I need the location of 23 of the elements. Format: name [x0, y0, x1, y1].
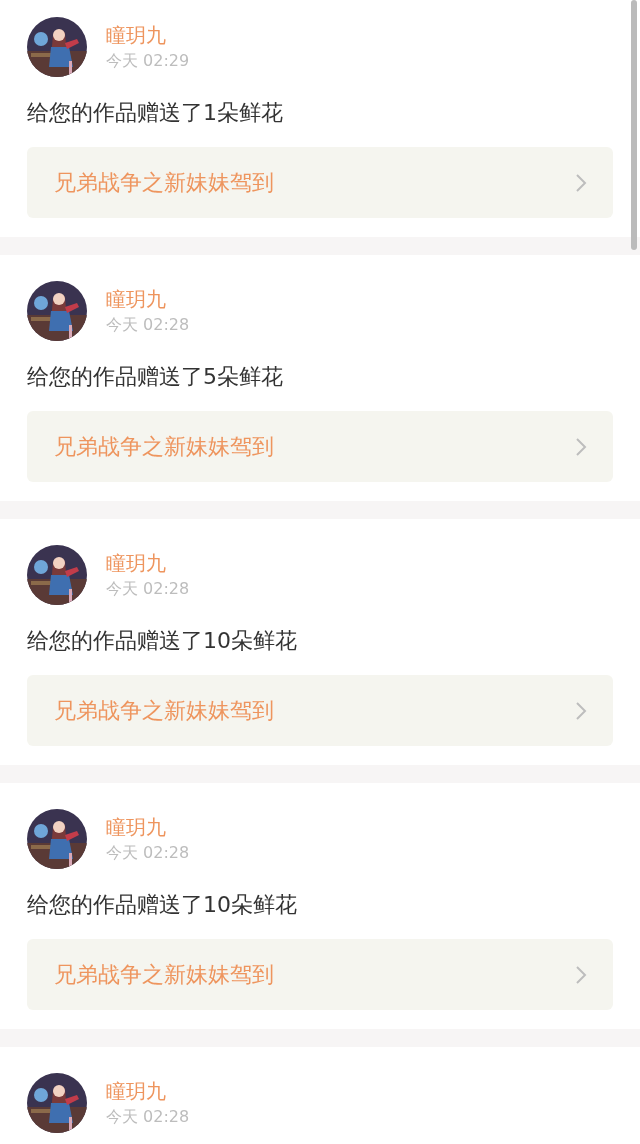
chevron-right-icon: [575, 436, 587, 457]
message-text: 给您的作品赠送了10朵鲜花: [27, 891, 298, 919]
timestamp: 今天 02:28: [106, 1106, 190, 1128]
work-link[interactable]: 兄弟战争之新妹妹驾到: [27, 411, 613, 482]
chevron-right-icon: [575, 700, 587, 721]
work-link[interactable]: 兄弟战争之新妹妹驾到: [27, 147, 613, 218]
user-name[interactable]: 瞳玥九: [106, 1078, 190, 1104]
user-name[interactable]: 瞳玥九: [106, 286, 190, 312]
scrollbar[interactable]: [631, 0, 637, 250]
user-name[interactable]: 瞳玥九: [106, 550, 190, 576]
user-name[interactable]: 瞳玥九: [106, 814, 190, 840]
message-text: 给您的作品赠送了10朵鲜花: [27, 627, 298, 655]
message-text: 给您的作品赠送了5朵鲜花: [27, 363, 284, 391]
timestamp: 今天 02:28: [106, 314, 190, 336]
message-text: 给您的作品赠送了1朵鲜花: [27, 99, 284, 127]
work-link[interactable]: 兄弟战争之新妹妹驾到: [27, 939, 613, 1010]
chevron-right-icon: [575, 172, 587, 193]
timestamp: 今天 02:28: [106, 842, 190, 864]
timestamp: 今天 02:28: [106, 578, 190, 600]
user-name[interactable]: 瞳玥九: [106, 22, 190, 48]
timestamp: 今天 02:29: [106, 50, 190, 72]
work-link[interactable]: 兄弟战争之新妹妹驾到: [27, 675, 613, 746]
chevron-right-icon: [575, 964, 587, 985]
